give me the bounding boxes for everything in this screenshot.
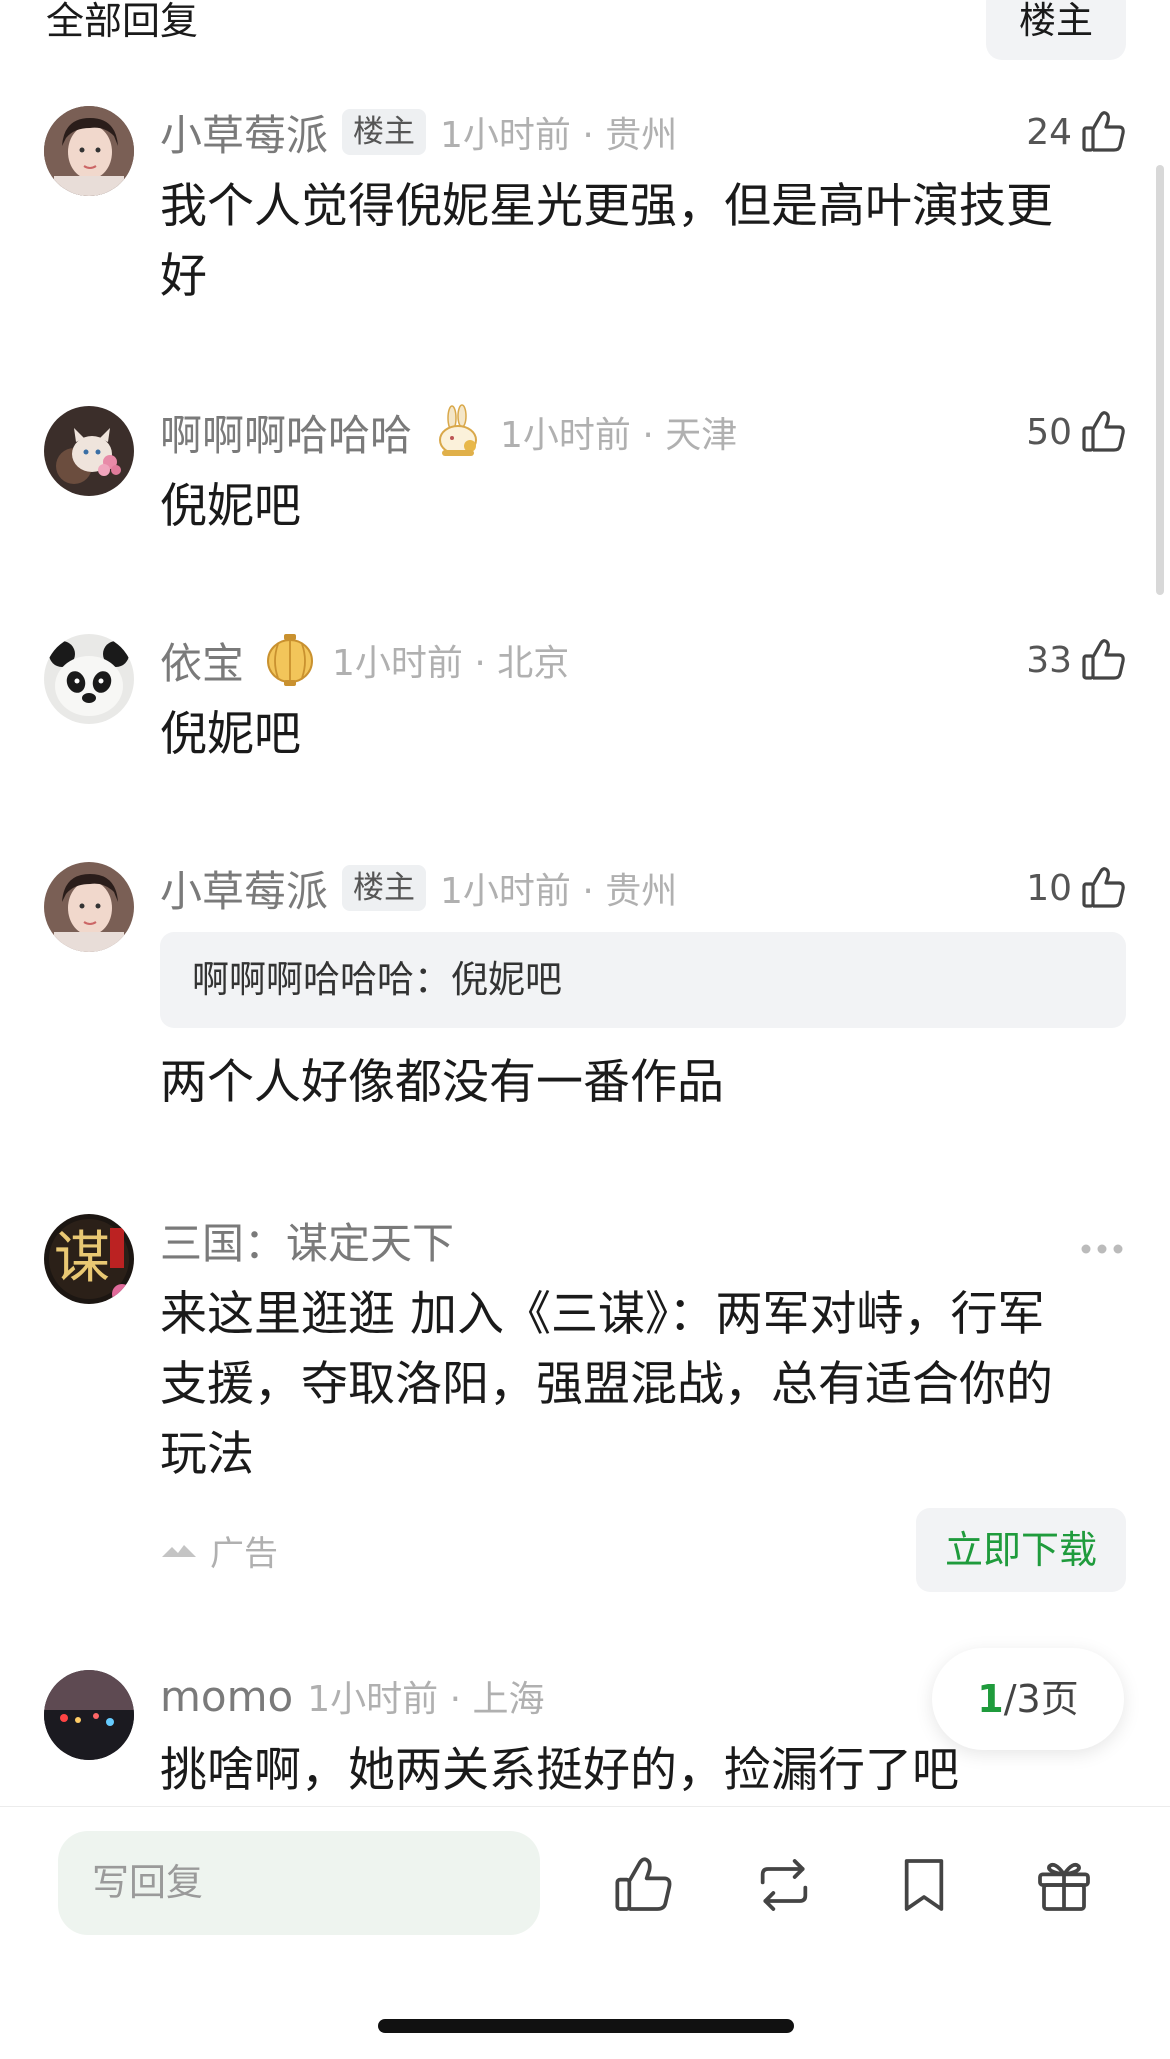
comment-text-line: 倪妮吧 bbox=[160, 479, 301, 534]
thumbs-up-icon bbox=[1080, 408, 1128, 456]
comment-item[interactable]: 小草莓派 楼主 1小时前 · 贵州 10 啊啊啊哈哈哈：倪妮吧 两个人好像都没有… bbox=[0, 858, 1170, 1118]
comment-username[interactable]: 小草莓派 bbox=[160, 858, 328, 919]
like-button[interactable]: 33 bbox=[1026, 630, 1128, 690]
ad-text-line: 玩法 bbox=[160, 1427, 254, 1482]
gift-icon[interactable] bbox=[1032, 1853, 1096, 1917]
thumbs-up-icon bbox=[1080, 636, 1128, 684]
ad-name[interactable]: 三国：谋定天下 bbox=[160, 1210, 454, 1271]
section-title: 全部回复 bbox=[46, 0, 199, 43]
owner-badge: 楼主 bbox=[342, 109, 427, 155]
thumbs-up-icon bbox=[1080, 864, 1128, 912]
comment-time-location: 1小时前 · 北京 bbox=[332, 643, 570, 684]
lantern-medal-icon bbox=[262, 632, 318, 688]
more-options-icon[interactable] bbox=[1080, 1240, 1124, 1259]
like-button[interactable]: 10 bbox=[1026, 858, 1128, 918]
ad-label: 广告 bbox=[210, 1534, 278, 1574]
like-count: 33 bbox=[1026, 639, 1072, 681]
page-indicator[interactable]: 1/3页 bbox=[932, 1648, 1124, 1750]
like-count: 50 bbox=[1026, 411, 1072, 453]
ad-avatar[interactable]: 谋 bbox=[44, 1214, 134, 1304]
comment-item[interactable]: 啊啊啊哈哈哈 1小时前 · 天津 50 倪妮吧 bbox=[0, 402, 1170, 542]
owner-badge: 楼主 bbox=[342, 865, 427, 911]
current-page: 1 bbox=[977, 1677, 1004, 1721]
thumbs-up-icon bbox=[1080, 108, 1128, 156]
comment-item[interactable]: 小草莓派 楼主 1小时前 · 贵州 24 我个人觉得倪妮星光更强，但是高叶演技更… bbox=[0, 102, 1170, 342]
comment-username[interactable]: 依宝 bbox=[160, 630, 244, 691]
download-now-button[interactable]: 立即下载 bbox=[916, 1508, 1126, 1592]
reply-input[interactable]: 写回复 bbox=[58, 1831, 540, 1935]
owner-only-filter-button[interactable]: 楼主 bbox=[986, 0, 1126, 60]
like-count: 24 bbox=[1026, 111, 1072, 153]
comment-username[interactable]: momo bbox=[160, 1672, 293, 1721]
bookmark-icon[interactable] bbox=[892, 1853, 956, 1917]
comment-item[interactable]: 依宝 1小时前 · 北京 33 倪妮吧 bbox=[0, 630, 1170, 770]
ad-logo-icon bbox=[162, 1544, 196, 1557]
bottom-action-bar: 写回复 bbox=[0, 1806, 1170, 2059]
home-indicator bbox=[378, 2019, 794, 2033]
rabbit-medal-icon bbox=[430, 404, 486, 460]
like-button[interactable]: 50 bbox=[1026, 402, 1128, 462]
comment-time-location: 1小时前 · 天津 bbox=[500, 415, 738, 456]
comment-text-line: 倪妮吧 bbox=[160, 707, 301, 762]
avatar[interactable] bbox=[44, 106, 134, 196]
comment-time-location: 1小时前 · 贵州 bbox=[440, 871, 678, 912]
quoted-reply[interactable]: 啊啊啊哈哈哈：倪妮吧 bbox=[160, 932, 1126, 1028]
comment-text-line: 两个人好像都没有一番作品 bbox=[160, 1055, 724, 1110]
comment-username[interactable]: 小草莓派 bbox=[160, 102, 328, 163]
ad-text-line: 来这里逛逛 加入《三谋》：两军对峙，行军 bbox=[160, 1287, 1045, 1342]
ad-text-line: 支援，夺取洛阳，强盟混战，总有适合你的 bbox=[160, 1357, 1053, 1412]
comment-time-location: 1小时前 · 贵州 bbox=[440, 115, 678, 156]
ad-item[interactable]: 谋 三国：谋定天下 来这里逛逛 加入《三谋》：两军对峙，行军 支援，夺取洛阳，强… bbox=[0, 1210, 1170, 1610]
comment-text-line: 好 bbox=[160, 249, 207, 304]
avatar[interactable] bbox=[44, 862, 134, 952]
like-button[interactable]: 24 bbox=[1026, 102, 1128, 162]
comment-username[interactable]: 啊啊啊哈哈哈 bbox=[160, 402, 412, 463]
total-pages: /3页 bbox=[1003, 1677, 1079, 1721]
like-count: 10 bbox=[1026, 867, 1072, 909]
like-icon[interactable] bbox=[612, 1853, 676, 1917]
comment-time-location: 1小时前 · 上海 bbox=[307, 1679, 545, 1720]
avatar[interactable] bbox=[44, 1670, 134, 1760]
avatar[interactable] bbox=[44, 634, 134, 724]
ad-avatar-glyph: 谋 bbox=[54, 1226, 110, 1291]
avatar[interactable] bbox=[44, 406, 134, 496]
repost-icon[interactable] bbox=[752, 1853, 816, 1917]
comment-text-line: 我个人觉得倪妮星光更强，但是高叶演技更 bbox=[160, 179, 1053, 234]
